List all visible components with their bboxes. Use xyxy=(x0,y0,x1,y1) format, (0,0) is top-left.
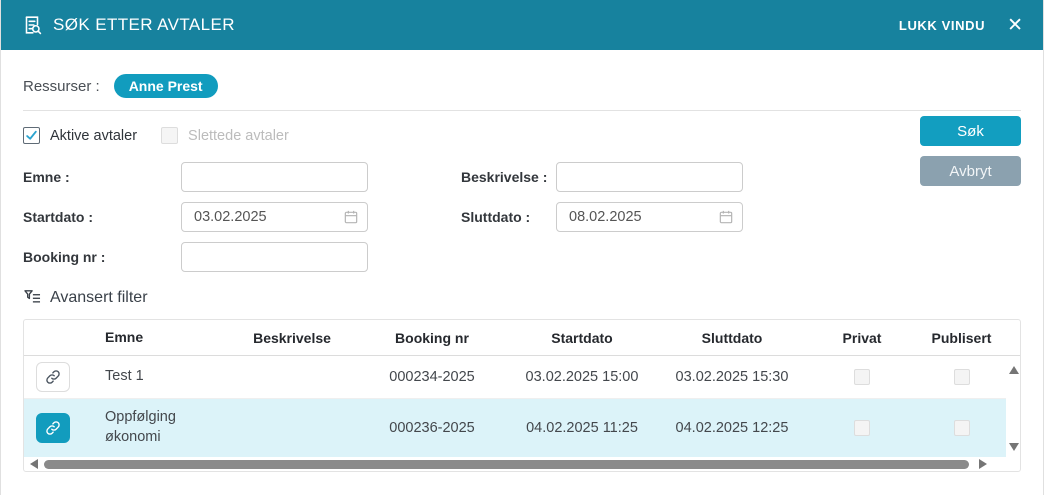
scroll-left-arrow[interactable] xyxy=(30,459,38,469)
active-appointments-label: Aktive avtaler xyxy=(50,127,138,144)
search-button[interactable]: Søk xyxy=(920,116,1021,146)
header-privat: Privat xyxy=(842,329,882,346)
search-appointments-dialog: SØK ETTER AVTALER LUKK VINDU ✕ Ressurser… xyxy=(0,0,1044,495)
header-emne: Emne xyxy=(105,329,144,346)
status-checkbox-row: Aktive avtaler Slettede avtaler xyxy=(23,127,1021,144)
filter-form: Emne : Beskrivelse : Startdato : Sluttda… xyxy=(23,162,1021,272)
calendar-icon[interactable] xyxy=(718,209,734,225)
close-window-link[interactable]: LUKK VINDU xyxy=(899,18,985,33)
scroll-up-arrow[interactable] xyxy=(1009,366,1019,374)
header-startdato: Startdato xyxy=(551,329,613,346)
filter-list-icon xyxy=(24,290,41,303)
cell-startdato: 03.02.2025 15:00 xyxy=(525,369,639,385)
table-row[interactable]: Test 1 000234-2025 03.02.2025 15:00 03.0… xyxy=(24,356,1006,399)
resources-row: Ressurser : Anne Prest xyxy=(23,74,1021,98)
sluttdato-input[interactable] xyxy=(556,202,743,232)
open-appointment-link-button[interactable] xyxy=(36,413,70,443)
cell-emne: Test 1 xyxy=(105,368,144,385)
dialog-titlebar: SØK ETTER AVTALER LUKK VINDU ✕ xyxy=(1,0,1043,50)
table-header-row: Emne Beskrivelse Booking nr Startdato Sl… xyxy=(24,320,1020,356)
action-buttons: Søk Avbryt xyxy=(920,116,1021,186)
header-publisert: Publisert xyxy=(931,329,992,346)
cell-startdato: 04.02.2025 11:25 xyxy=(526,420,638,436)
document-search-icon xyxy=(21,14,43,36)
vertical-scrollbar[interactable] xyxy=(1006,356,1022,457)
emne-label: Emne : xyxy=(23,169,70,185)
advanced-filter-label: Avansert filter xyxy=(50,288,148,306)
sluttdato-label: Sluttdato : xyxy=(461,209,531,225)
cancel-button[interactable]: Avbryt xyxy=(920,156,1021,186)
header-beskrivelse: Beskrivelse xyxy=(253,329,331,346)
beskrivelse-label: Beskrivelse : xyxy=(461,169,548,185)
cell-sluttdato: 03.02.2025 15:30 xyxy=(675,369,789,385)
scroll-down-arrow[interactable] xyxy=(1009,443,1019,451)
publisert-checkbox xyxy=(953,420,970,436)
cell-sluttdato: 04.02.2025 12:25 xyxy=(675,420,789,436)
publisert-checkbox xyxy=(953,369,970,385)
header-sluttdato: Sluttdato xyxy=(701,329,763,346)
advanced-filter-toggle[interactable]: Avansert filter xyxy=(23,288,1021,307)
resource-chip: Anne Prest xyxy=(113,74,218,98)
horizontal-scrollbar[interactable] xyxy=(24,457,1020,471)
table-row[interactable]: Oppfølging økonomi 000236-2025 04.02.202… xyxy=(24,399,1006,457)
cell-booking-nr: 000234-2025 xyxy=(389,369,475,385)
privat-checkbox xyxy=(854,369,870,385)
active-appointments-checkbox[interactable] xyxy=(23,127,40,144)
open-appointment-link-button[interactable] xyxy=(36,362,70,392)
resources-label: Ressurser : xyxy=(23,77,100,95)
deleted-appointments-label: Slettede avtaler xyxy=(188,127,289,144)
privat-checkbox xyxy=(854,420,870,436)
close-icon[interactable]: ✕ xyxy=(1007,16,1023,35)
emne-input[interactable] xyxy=(181,162,368,192)
startdato-input[interactable] xyxy=(181,202,368,232)
booking-nr-label: Booking nr : xyxy=(23,249,106,265)
cell-booking-nr: 000236-2025 xyxy=(389,420,475,436)
header-booking-nr: Booking nr xyxy=(395,329,469,346)
link-icon xyxy=(46,370,60,384)
beskrivelse-input[interactable] xyxy=(556,162,743,192)
cell-emne: Oppfølging økonomi xyxy=(105,409,176,445)
booking-nr-input[interactable] xyxy=(181,242,368,272)
calendar-icon[interactable] xyxy=(343,209,359,225)
results-table: Emne Beskrivelse Booking nr Startdato Sl… xyxy=(23,319,1021,472)
check-icon xyxy=(26,130,37,140)
filter-section: Aktive avtaler Slettede avtaler Emne : B… xyxy=(23,111,1021,272)
scroll-right-arrow[interactable] xyxy=(979,459,987,469)
link-icon xyxy=(46,421,60,435)
startdato-label: Startdato : xyxy=(23,209,93,225)
deleted-appointments-checkbox xyxy=(161,127,179,144)
dialog-title: SØK ETTER AVTALER xyxy=(53,15,235,34)
horizontal-scrollbar-thumb[interactable] xyxy=(44,459,969,469)
